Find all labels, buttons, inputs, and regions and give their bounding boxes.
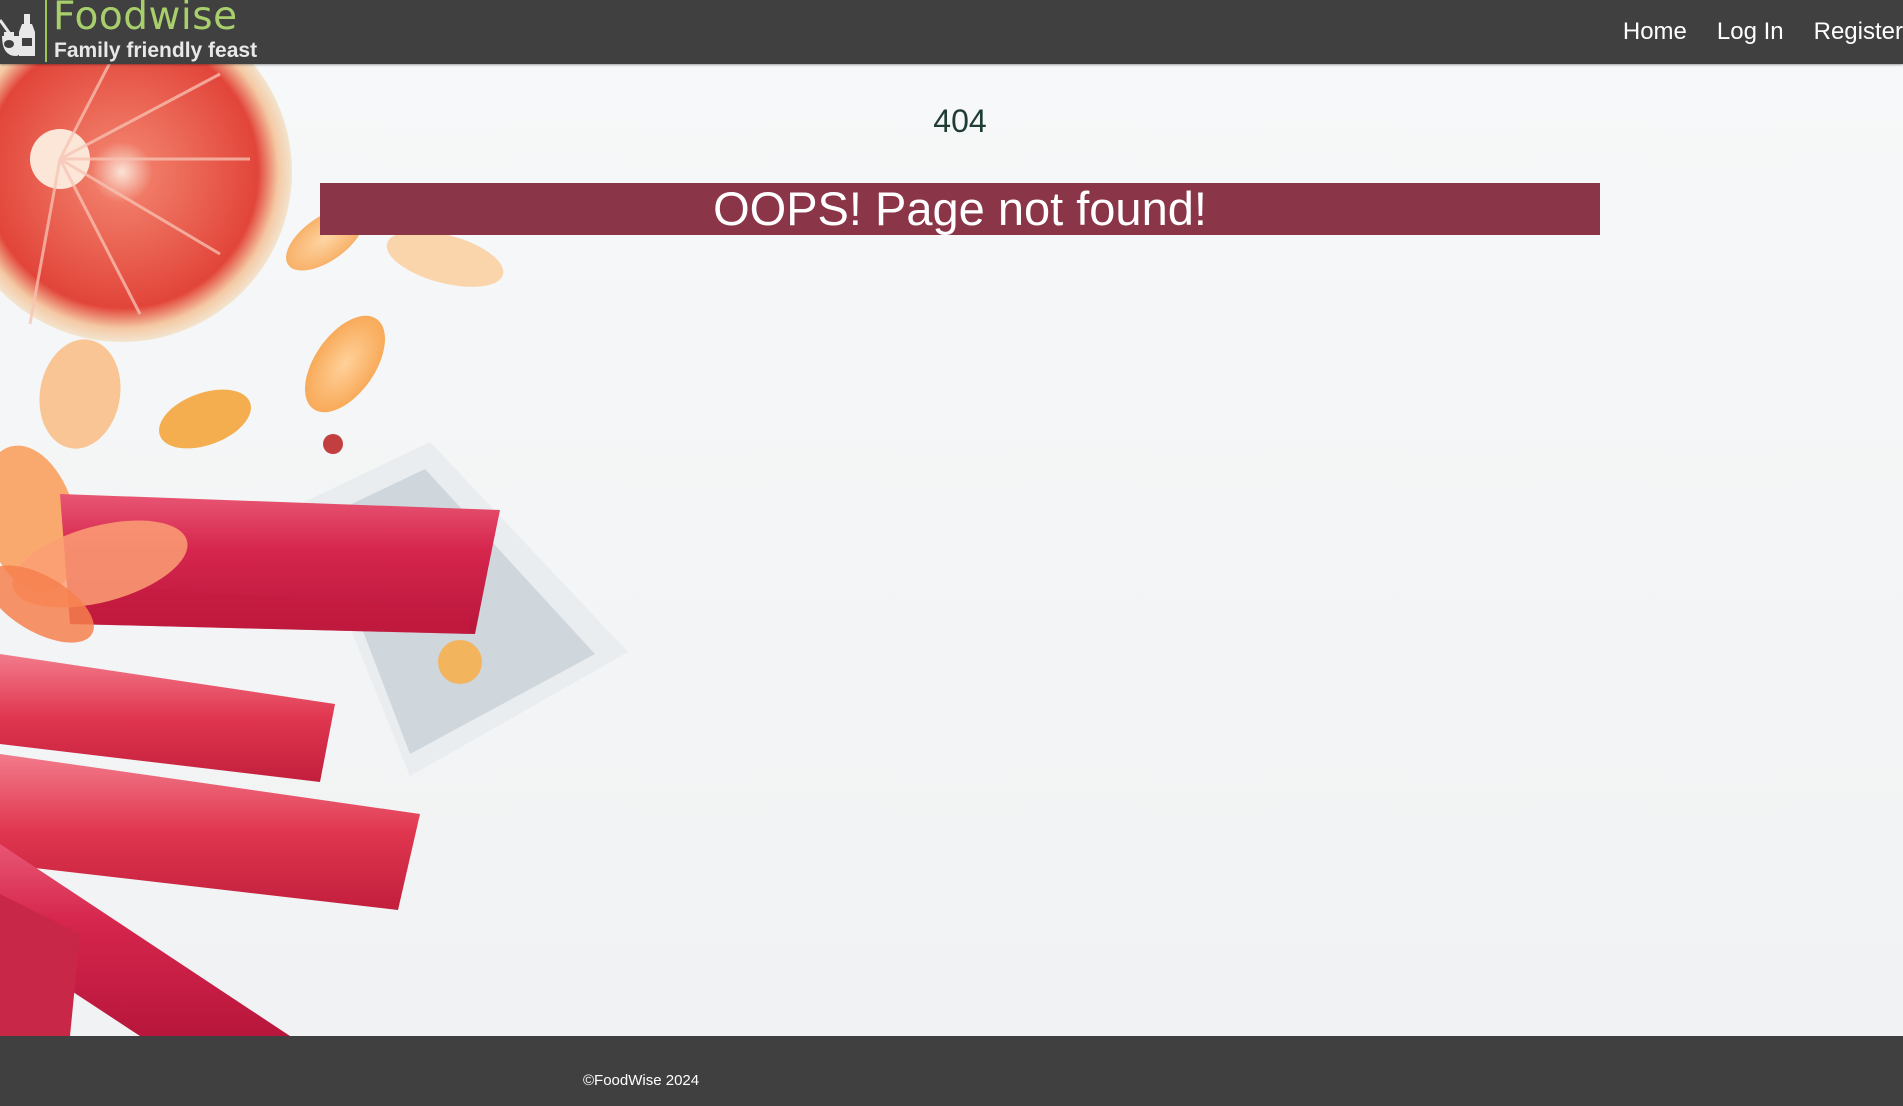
- footer-copyright: ©FoodWise 2024: [583, 1072, 700, 1089]
- brand-divider: [45, 0, 47, 62]
- kitchen-utensils-icon: [0, 14, 35, 56]
- navbar: Foodwise Family friendly feast Home Log …: [0, 0, 1903, 64]
- nav-login-link[interactable]: Log In: [1717, 18, 1784, 46]
- error-code: 404: [933, 103, 987, 139]
- error-message: OOPS! Page not found!: [713, 182, 1207, 235]
- nav-home-link[interactable]: Home: [1623, 18, 1687, 46]
- error-banner: OOPS! Page not found!: [320, 183, 1600, 235]
- nav-register-link[interactable]: Register: [1814, 18, 1903, 46]
- brand-tagline: Family friendly feast: [54, 39, 258, 62]
- footer: ©FoodWise 2024: [0, 1036, 1903, 1106]
- brand-title: Foodwise: [53, 0, 238, 39]
- nav-links: Home Log In Register: [1593, 0, 1903, 64]
